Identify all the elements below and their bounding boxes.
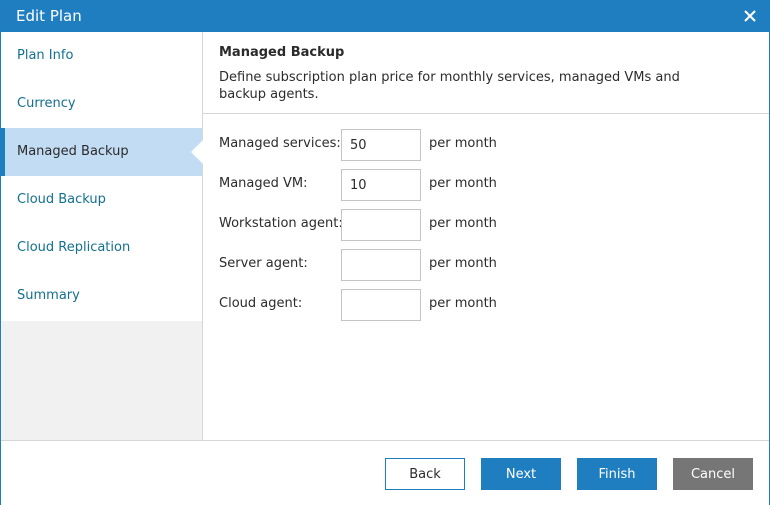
cloud-agent-input[interactable]: [341, 289, 421, 321]
sidebar-item-label: Summary: [17, 288, 80, 303]
managed-vm-unit: per month: [429, 176, 497, 191]
workstation-agent-label: Workstation agent:: [219, 216, 343, 231]
finish-button[interactable]: Finish: [577, 458, 657, 490]
close-icon[interactable]: [739, 5, 761, 27]
step-content: Managed Backup Define subscription plan …: [203, 32, 769, 440]
back-button[interactable]: Back: [385, 458, 465, 490]
managed-services-input[interactable]: [341, 129, 421, 161]
workstation-agent-unit: per month: [429, 216, 497, 231]
server-agent-input[interactable]: [341, 249, 421, 281]
cloud-agent-unit: per month: [429, 296, 497, 311]
edit-plan-dialog: Edit Plan Plan Info Currency Managed Bac…: [0, 0, 770, 505]
next-button[interactable]: Next: [481, 458, 561, 490]
sidebar-item-managed-backup[interactable]: Managed Backup: [1, 128, 203, 176]
managed-services-label: Managed services:: [219, 136, 341, 151]
sidebar-item-plan-info[interactable]: Plan Info: [1, 32, 202, 80]
wizard-steps-sidebar: Plan Info Currency Managed Backup Cloud …: [1, 32, 203, 440]
workstation-agent-input[interactable]: [341, 209, 421, 241]
title-bar: Edit Plan: [1, 1, 769, 32]
sidebar-item-summary[interactable]: Summary: [1, 272, 202, 320]
dialog-footer: Back Next Finish Cancel: [1, 440, 769, 505]
sidebar-item-label: Currency: [17, 96, 76, 111]
wizard-steps-list: Plan Info Currency Managed Backup Cloud …: [1, 32, 203, 321]
sidebar-item-cloud-backup[interactable]: Cloud Backup: [1, 176, 202, 224]
managed-services-unit: per month: [429, 136, 497, 151]
sidebar-item-label: Cloud Replication: [17, 240, 131, 255]
step-heading: Managed Backup: [219, 45, 345, 60]
sidebar-item-label: Plan Info: [17, 48, 74, 63]
managed-vm-input[interactable]: [341, 169, 421, 201]
sidebar-item-currency[interactable]: Currency: [1, 80, 202, 128]
cloud-agent-label: Cloud agent:: [219, 296, 303, 311]
step-description: Define subscription plan price for month…: [219, 70, 680, 102]
dialog-title: Edit Plan: [16, 7, 82, 25]
server-agent-label: Server agent:: [219, 256, 308, 271]
cancel-button[interactable]: Cancel: [673, 458, 753, 490]
sidebar-item-label: Managed Backup: [17, 144, 129, 159]
managed-vm-label: Managed VM:: [219, 176, 308, 191]
sidebar-item-label: Cloud Backup: [17, 192, 106, 207]
server-agent-unit: per month: [429, 256, 497, 271]
step-header: Managed Backup Define subscription plan …: [203, 32, 769, 114]
sidebar-item-cloud-replication[interactable]: Cloud Replication: [1, 224, 202, 272]
